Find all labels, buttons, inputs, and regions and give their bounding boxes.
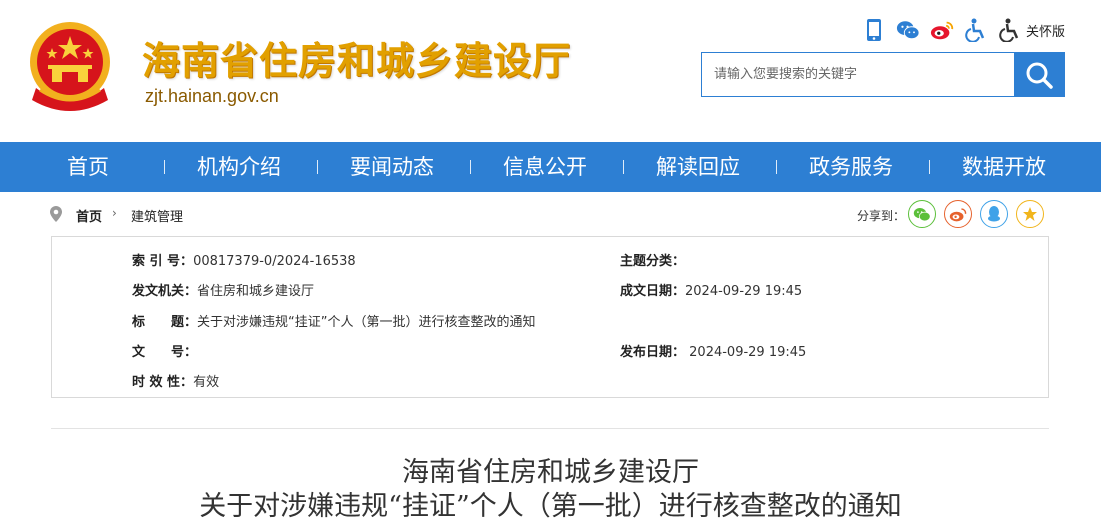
metadata-label: 发布日期： xyxy=(620,345,686,360)
site-title[interactable]: 海南省住房和城乡建设厅 xyxy=(142,30,571,85)
document-title-line-2: 关于对涉嫌违规“挂证”个人（第一批）进行核查整改的通知 xyxy=(199,491,902,522)
share-label: 分享到： xyxy=(857,209,906,223)
breadcrumb-home[interactable]: 首页 xyxy=(76,206,102,225)
care-mode-icon[interactable] xyxy=(998,18,1022,42)
nav-item-home[interactable]: 首页 xyxy=(67,142,109,192)
metadata-index: 索 引 号：00817379-0/2024-16538 xyxy=(132,250,356,269)
search-input[interactable] xyxy=(702,53,1014,96)
mobile-icon[interactable] xyxy=(862,18,886,42)
content-divider xyxy=(51,428,1049,429)
nav-item-about[interactable]: 机构介绍 xyxy=(197,142,281,192)
breadcrumb-current[interactable]: 建筑管理 xyxy=(131,206,183,225)
metadata-issuer: 发文机关：省住房和城乡建设厅 xyxy=(132,280,314,299)
metadata-published-date: 发布日期： 2024-09-29 19:45 xyxy=(620,341,806,360)
metadata-label: 索 引 号： xyxy=(132,254,194,269)
nav-separator xyxy=(164,160,165,174)
location-pin-icon xyxy=(50,206,62,222)
accessibility-icon[interactable] xyxy=(964,18,988,42)
metadata-value: 2024-09-29 19:45 xyxy=(685,284,803,299)
metadata-validity: 时 效 性：有效 xyxy=(132,371,219,390)
breadcrumb: 首页 › 建筑管理 分享到： xyxy=(0,192,1101,236)
toolbar-icons: 关怀版 xyxy=(862,18,1065,42)
metadata-value: 2024-09-29 19:45 xyxy=(685,345,807,360)
qq-share-icon xyxy=(988,206,1000,222)
document-metadata-table: 索 引 号：00817379-0/2024-16538 主题分类： 发文机关：省… xyxy=(51,236,1049,398)
share-qzone-button[interactable] xyxy=(1016,200,1044,228)
metadata-value: 省住房和城乡建设厅 xyxy=(197,284,315,299)
metadata-title: 标 题：关于对涉嫌违规“挂证”个人（第一批）进行核查整改的通知 xyxy=(132,311,536,330)
weibo-share-icon xyxy=(949,207,967,221)
metadata-document-number: 文 号： xyxy=(132,341,197,360)
site-domain: zjt.hainan.gov.cn xyxy=(145,86,279,106)
nav-item-services[interactable]: 政务服务 xyxy=(809,142,893,192)
nav-separator xyxy=(317,160,318,174)
metadata-label: 文 号： xyxy=(132,345,198,360)
metadata-label: 发文机关： xyxy=(132,284,198,299)
nav-item-open-data[interactable]: 数据开放 xyxy=(962,142,1046,192)
metadata-label: 标 题： xyxy=(132,315,198,330)
breadcrumb-separator: › xyxy=(112,206,117,220)
metadata-category: 主题分类： xyxy=(620,250,685,269)
nav-item-news[interactable]: 要闻动态 xyxy=(350,142,434,192)
share-weibo-button[interactable] xyxy=(944,200,972,228)
share-qq-button[interactable] xyxy=(980,200,1008,228)
weibo-icon[interactable] xyxy=(930,18,954,42)
national-emblem-icon xyxy=(30,22,110,111)
wechat-icon[interactable] xyxy=(896,18,920,42)
share-wechat-button[interactable] xyxy=(908,200,936,228)
metadata-created-date: 成文日期：2024-09-29 19:45 xyxy=(620,280,802,299)
search-box xyxy=(701,52,1065,97)
nav-item-interpretation[interactable]: 解读回应 xyxy=(656,142,740,192)
search-button[interactable] xyxy=(1014,53,1064,96)
metadata-value: 00817379-0/2024-16538 xyxy=(193,254,356,269)
nav-separator xyxy=(470,160,471,174)
qzone-share-icon xyxy=(1023,207,1037,221)
search-icon xyxy=(1026,62,1053,89)
nav-separator xyxy=(776,160,777,174)
metadata-value: 关于对涉嫌违规“挂证”个人（第一批）进行核查整改的通知 xyxy=(197,315,536,330)
metadata-label: 主题分类： xyxy=(620,254,686,269)
nav-item-disclosure[interactable]: 信息公开 xyxy=(503,142,587,192)
metadata-value: 有效 xyxy=(193,375,220,390)
wechat-share-icon xyxy=(913,207,931,221)
metadata-label: 时 效 性： xyxy=(132,375,194,390)
main-nav: 首页 机构介绍 要闻动态 信息公开 解读回应 政务服务 数据开放 xyxy=(0,142,1101,192)
metadata-label: 成文日期： xyxy=(620,284,686,299)
care-mode-link[interactable]: 关怀版 xyxy=(1026,21,1065,40)
site-header: 海南省住房和城乡建设厅 zjt.hainan.gov.cn 关怀版 xyxy=(0,0,1101,142)
nav-separator xyxy=(623,160,624,174)
nav-separator xyxy=(929,160,930,174)
